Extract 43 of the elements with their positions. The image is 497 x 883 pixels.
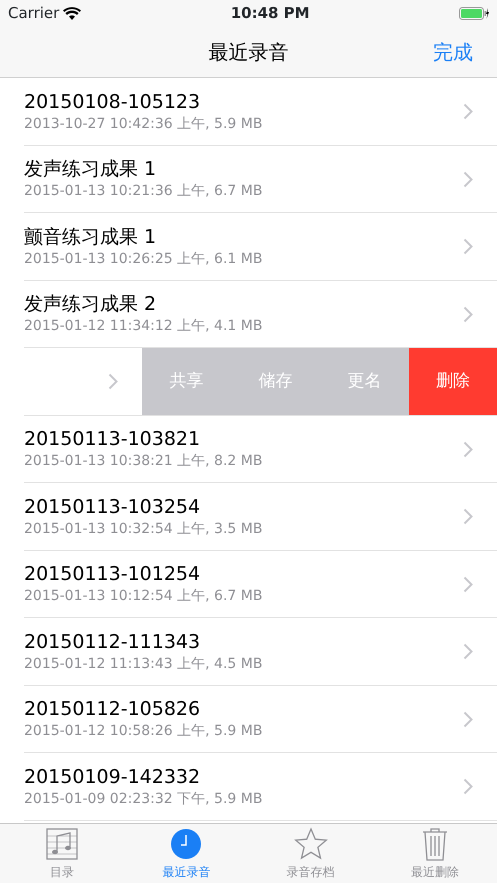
- recording-details: 2013-10-27 10:42:36 上午, 5.9 MB: [24, 114, 264, 133]
- wifi-icon: [63, 6, 82, 20]
- recording-title[interactable]: 20150109-142332: [24, 766, 463, 790]
- done-button[interactable]: 完成: [433, 36, 473, 66]
- recording-details: 2015-01-13 10:26:25 上午, 6.1 MB: [24, 250, 264, 268]
- status-time: 10:48 PM: [230, 2, 310, 24]
- recording-title[interactable]: 发声练习成果 2: [24, 293, 463, 318]
- chevron-icon: [463, 508, 473, 526]
- recording-title[interactable]: 发声练习成果 1: [24, 158, 463, 182]
- chevron-icon: [463, 778, 473, 796]
- recording-details: 2015-01-13 10:38:21 上午, 8.2 MB: [24, 452, 264, 470]
- chevron-icon: [463, 170, 473, 188]
- delete-button[interactable]: 删除: [409, 348, 497, 416]
- tab-item[interactable]: 最近录音: [124, 824, 248, 883]
- recording-title[interactable]: 20150113-101254: [24, 563, 463, 588]
- recording-details: 2015-01-09 02:23:32 下午, 5.9 MB: [24, 790, 264, 808]
- recording-details: 2015-01-13 10:21:36 上午, 6.7 MB: [24, 182, 264, 200]
- chevron-icon: [463, 643, 473, 660]
- recording-details: 2015-01-13 10:32:54 上午, 3.5 MB: [24, 520, 264, 538]
- recording-details: 2015-01-13 10:12:54 上午, 6.7 MB: [24, 587, 264, 606]
- chevron-icon: [463, 710, 473, 728]
- screen-title: 最近录音: [208, 38, 288, 66]
- chevron-icon: [463, 306, 473, 323]
- battery-icon: [458, 6, 489, 20]
- recording-details: 2015-01-12 11:34:12 上午, 4.1 MB: [24, 317, 264, 336]
- tab-label: 录音存档: [286, 864, 335, 881]
- recording-title[interactable]: 20150112-111343: [24, 630, 463, 655]
- chevron-icon: [463, 576, 473, 593]
- recording-details: 2015-01-12 10:58:26 上午, 5.9 MB: [24, 722, 264, 740]
- recording-title[interactable]: 20150113-103254: [24, 496, 463, 520]
- chevron-icon: [463, 103, 473, 120]
- recording-title[interactable]: 20150112-105826: [24, 698, 463, 722]
- tab-label: 最近录音: [162, 864, 210, 881]
- chevron-icon: [463, 440, 473, 458]
- tab-label: 目录: [50, 864, 74, 881]
- tab-label: 最近删除: [410, 864, 459, 881]
- recording-title[interactable]: 颤音练习成果 1: [24, 226, 463, 250]
- carrier-label: Carrier: [8, 2, 60, 24]
- chevron-icon: [108, 373, 118, 390]
- recording-details: 2015-01-12 11:13:43 上午, 4.5 MB: [24, 654, 264, 673]
- chevron-icon: [463, 238, 473, 256]
- recording-title[interactable]: 20150113-103821: [24, 428, 463, 452]
- recording-title[interactable]: 20150108-105123: [24, 90, 463, 115]
